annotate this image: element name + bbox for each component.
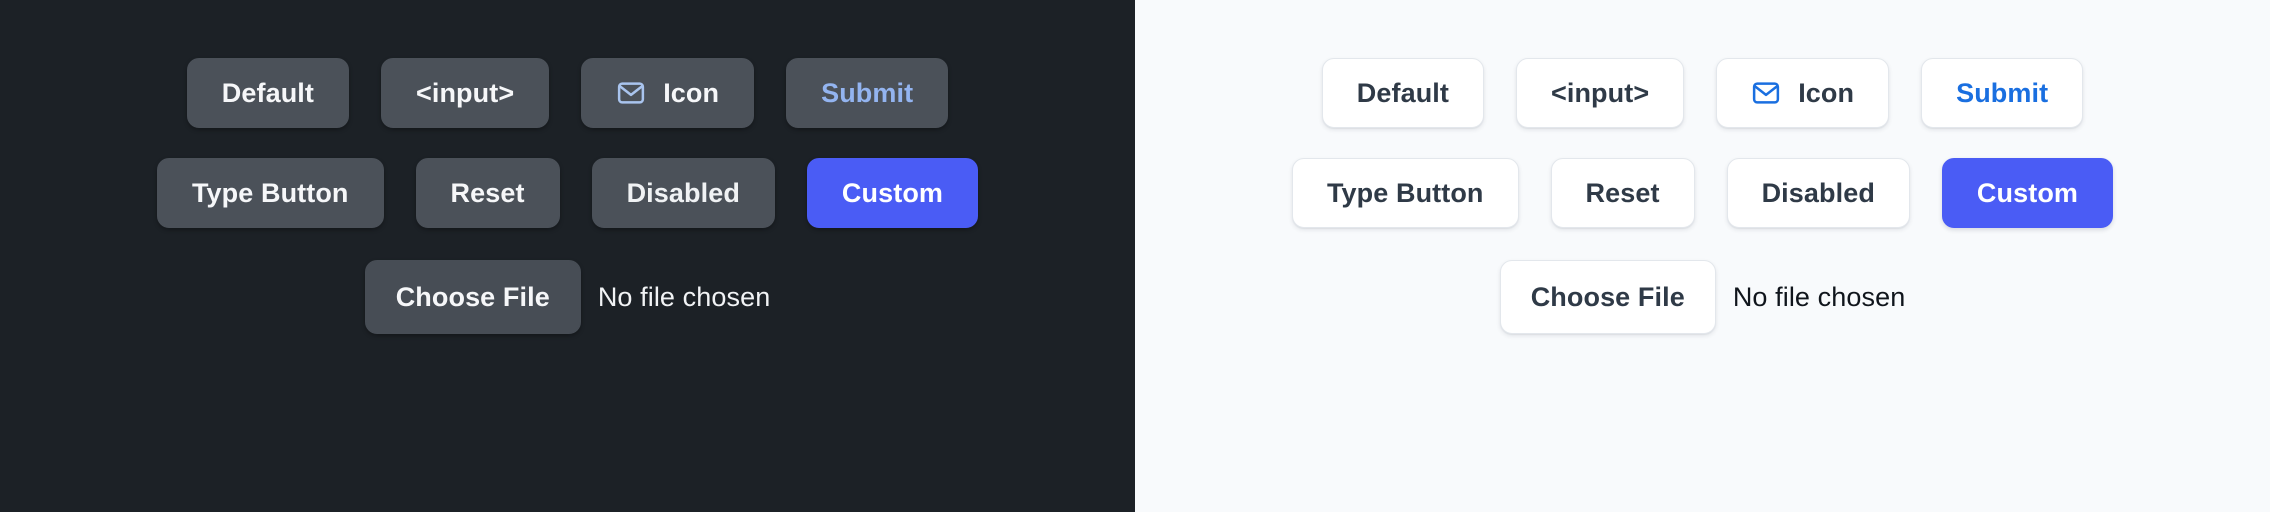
button-label: Type Button: [191, 177, 349, 208]
reset-button[interactable]: Reset: [1550, 158, 1695, 228]
mail-icon: [1751, 78, 1781, 108]
custom-button[interactable]: Custom: [1941, 158, 2114, 228]
default-button[interactable]: Default: [186, 58, 349, 128]
input-button[interactable]: <input>: [380, 58, 550, 128]
button-label: Submit: [821, 77, 914, 108]
file-status-label: No file chosen: [597, 281, 771, 312]
button-label: Disabled: [626, 177, 740, 208]
icon-button[interactable]: Icon: [581, 58, 755, 128]
choose-file-button[interactable]: Choose File: [1499, 260, 1716, 334]
submit-button[interactable]: Submit: [786, 58, 949, 128]
button-label: Default: [221, 77, 314, 108]
default-button[interactable]: Default: [1321, 58, 1484, 128]
button-showcase-stage: Default <input> Icon Submit Type Button Rese…: [0, 0, 2270, 512]
button-label: Icon: [663, 77, 720, 108]
dark-theme-panel: Default <input> Icon Submit Type Button Rese…: [0, 0, 1135, 512]
type-button[interactable]: Type Button: [1291, 158, 1519, 228]
disabled-button: Disabled: [1726, 158, 1910, 228]
dark-button-row-two: Type Button Reset Disabled Custom: [156, 158, 979, 228]
light-theme-panel: Default <input> Icon Submit Type Button Rese…: [1135, 0, 2270, 512]
button-label: Type Button: [1326, 177, 1484, 208]
button-label: Default: [1356, 77, 1449, 108]
button-label: <input>: [1550, 77, 1650, 108]
disabled-button: Disabled: [591, 158, 775, 228]
choose-file-button[interactable]: Choose File: [364, 260, 581, 334]
light-file-input-row: Choose File No file chosen: [1499, 260, 1906, 334]
button-label: Disabled: [1761, 177, 1875, 208]
button-label: Custom: [841, 177, 944, 208]
file-input-field[interactable]: Choose File No file chosen: [364, 260, 771, 334]
mail-icon: [616, 78, 646, 108]
type-button[interactable]: Type Button: [156, 158, 384, 228]
button-label: Submit: [1956, 77, 2049, 108]
dark-button-row-one: Default <input> Icon Submit: [186, 58, 949, 128]
light-button-row-one: Default <input> Icon Submit: [1321, 58, 2084, 128]
button-label: Custom: [1976, 177, 2079, 208]
input-button[interactable]: <input>: [1515, 58, 1685, 128]
button-label: Icon: [1798, 77, 1855, 108]
custom-button[interactable]: Custom: [806, 158, 979, 228]
reset-button[interactable]: Reset: [415, 158, 560, 228]
dark-file-input-row: Choose File No file chosen: [364, 260, 771, 334]
button-label: <input>: [415, 77, 515, 108]
icon-button[interactable]: Icon: [1716, 58, 1890, 128]
button-label: Reset: [1585, 177, 1660, 208]
file-input-field[interactable]: Choose File No file chosen: [1499, 260, 1906, 334]
button-label: Reset: [450, 177, 525, 208]
file-status-label: No file chosen: [1732, 281, 1906, 312]
submit-button[interactable]: Submit: [1921, 58, 2084, 128]
light-button-row-two: Type Button Reset Disabled Custom: [1291, 158, 2114, 228]
